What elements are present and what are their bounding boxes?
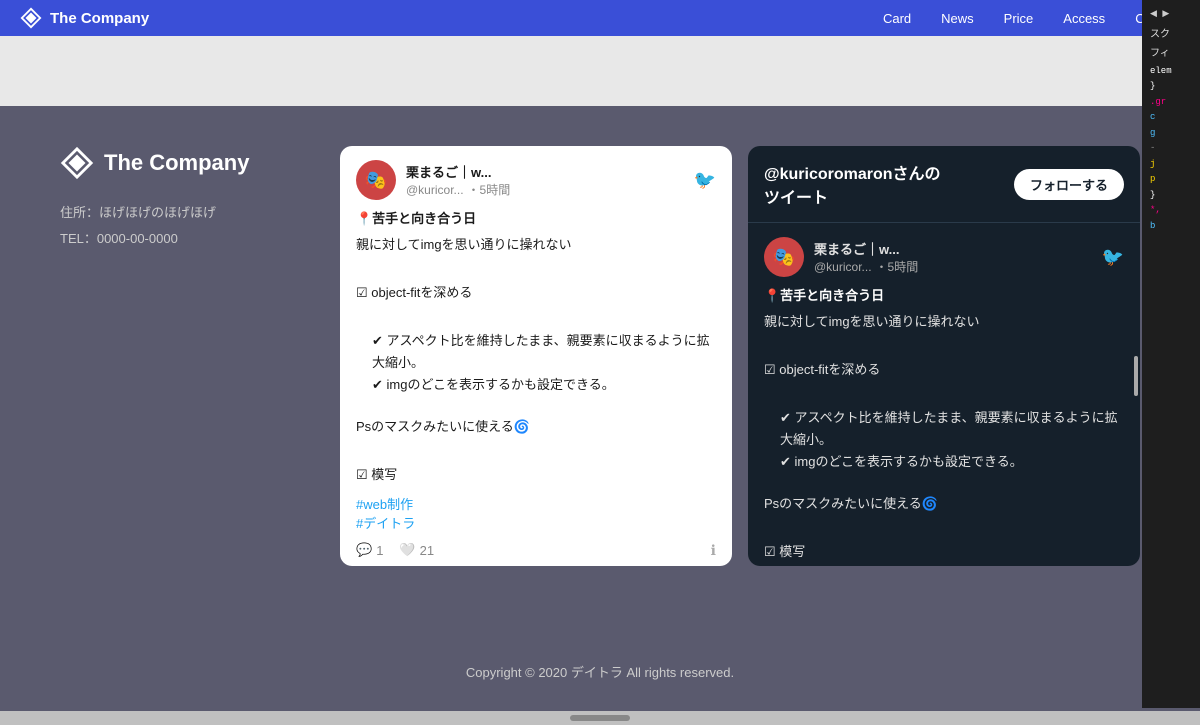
footer-address: 住所：ほげほげのほげほげ [60,200,320,226]
dark-tweet-header: @kuricoromaronさんのツイート フォローする [748,146,1140,222]
tweet-indent1-1: ✔ アスペクト比を維持したまま、親要素に収まるように拡大縮小。 [356,330,716,374]
like-count-1: 21 [420,543,434,558]
devtools-line-g: g [1146,126,1196,142]
footer-diamond-icon [60,146,94,180]
heart-icon-1: 🤍 [399,542,415,558]
header-nav: Card News Price Access Contact [883,11,1180,26]
tweet-hashtag1-1[interactable]: #web制作 [356,494,716,513]
footer: Copyright © 2020 デイトラ All rights reserve… [0,626,1200,711]
footer-logo-area: The Company 住所：ほげほげのほげほげ TEL：0000-00-000… [60,146,320,252]
devtools-content: ◀ ▶ スク フィ elem } .gr c g - j p } *, b [1142,0,1200,238]
footer-tel: TEL：0000-00-0000 [60,226,320,252]
tweet-avatar-1: 🎭 [356,160,396,200]
dark-column-wrapper: @kuricoromaronさんのツイート フォローする 🎭 栗まるご｜w...… [748,146,1140,566]
devtools-line-dash: - [1146,141,1196,157]
tweet-time-1: ・5時間 [468,181,511,198]
dark-tweet-checkbox1: ☑ object-fitを深める [764,360,1124,381]
twitter-bird-icon-1: 🐦 [694,170,716,191]
bottom-scrollbar[interactable] [0,711,1200,725]
devtools-panel: ◀ ▶ スク フィ elem } .gr c g - j p } *, b [1142,0,1200,708]
tweet-card-1: 🎭 栗まるご｜w... @kuricor... ・5時間 🐦 📍苦手と向き合う日 [340,146,732,566]
nav-access[interactable]: Access [1063,11,1105,26]
tweet-line1-1: 親に対してimgを思い通りに操れない [356,235,716,256]
dark-tweet-line1: 親に対してimgを思い通りに操れない [764,312,1124,333]
devtools-arrows[interactable]: ◀ ▶ [1146,4,1196,26]
follow-button[interactable]: フォローする [1014,169,1124,200]
header-logo: The Company [20,7,149,29]
tweet-user-info-1: 栗まるご｜w... @kuricor... ・5時間 [406,162,684,198]
nav-card[interactable]: Card [883,11,911,26]
tweet-checkbox1-1: ☑ object-fitを深める [356,283,716,304]
devtools-line-c: c [1146,110,1196,126]
footer-logo: The Company [60,146,320,180]
nav-price[interactable]: Price [1004,11,1034,26]
devtools-line-elem: elem [1146,64,1196,80]
copyright-text: Copyright © 2020 デイトラ All rights reserve… [60,646,1140,681]
dark-tweet-indent1: ✔ アスペクト比を維持したまま、親要素に収まるように拡大縮小。 [764,407,1124,451]
nav-news[interactable]: News [941,11,974,26]
tweet-checkbox2-1: ☑ 模写 [356,465,716,486]
dark-tweet-card-1: 🎭 栗まるご｜w... @kuricor... ・5時間 🐦 📍苦手と向き合う日 [748,222,1140,566]
dark-tweet-checkbox2: ☑ 模写 [764,542,1124,563]
tweet-column-white[interactable]: 🎭 栗まるご｜w... @kuricor... ・5時間 🐦 📍苦手と向き合う日 [340,146,732,566]
tweet-hashtag2-1[interactable]: #デイトラ [356,513,716,532]
footer-logo-text: The Company [104,150,249,176]
reply-count-1: 1 [376,543,383,558]
dark-tweet-title-1: 📍苦手と向き合う日 [764,285,1124,304]
dark-tweet-header-1: 🎭 栗まるご｜w... @kuricor... ・5時間 🐦 [764,237,1124,277]
scrollbar-indicator[interactable] [1134,356,1138,396]
tweet-like-1[interactable]: 🤍 21 [399,542,434,558]
diamond-icon [20,7,42,29]
dark-tweet-handle-1: @kuricor... [814,260,872,274]
tweet-body-1: 親に対してimgを思い通りに操れない ☑ object-fitを深める ✔ アス… [356,235,716,486]
header-logo-text: The Company [50,10,149,27]
tweet-handle-1: @kuricor... [406,183,464,197]
dark-tweet-user-info-1: 栗まるご｜w... @kuricor... ・5時間 [814,239,1092,275]
dark-tweet-handle-time-1: @kuricor... ・5時間 [814,258,1092,275]
tweet-line2-1: Psのマスクみたいに使える🌀 [356,417,716,438]
dark-header-title: @kuricoromaronさんのツイート [764,160,941,208]
devtools-line-brace: } [1146,79,1196,95]
devtools-label-sk: スク [1146,26,1196,45]
tweet-reply-1[interactable]: 💬 1 [356,542,383,558]
tweet-hashtags-1: #web制作 #デイトラ [356,494,716,532]
devtools-label-fi: フィ [1146,45,1196,64]
dark-tweet-time-1: ・5時間 [876,258,919,275]
dark-tweet-line2: Psのマスクみたいに使える🌀 [764,494,1124,515]
main-content: The Company 住所：ほげほげのほげほげ TEL：0000-00-000… [60,146,1140,566]
main-section: The Company 住所：ほげほげのほげほげ TEL：0000-00-000… [0,106,1200,626]
dark-tweet-body-1: 親に対してimgを思い通りに操れない ☑ object-fitを深める ✔ アス… [764,312,1124,563]
dark-tweet-username-1: 栗まるご｜w... [814,239,1092,258]
devtools-line-p: p [1146,172,1196,188]
reply-icon-1: 💬 [356,542,372,558]
page-spacer [0,36,1200,106]
tweet-indent2-1: ✔ imgのどこを表示するかも設定できる。 [356,374,716,396]
info-icon-1: ℹ [711,542,716,559]
dark-tweet-indent2: ✔ imgのどこを表示するかも設定できる。 [764,451,1124,473]
devtools-line-gr: .gr [1146,95,1196,111]
scrollbar-thumb[interactable] [570,715,630,721]
footer-info: 住所：ほげほげのほげほげ TEL：0000-00-0000 [60,200,320,252]
devtools-line-star: *, [1146,203,1196,219]
tweet-column-dark[interactable]: @kuricoromaronさんのツイート フォローする 🎭 栗まるご｜w...… [748,146,1140,566]
devtools-line-b: b [1146,219,1196,235]
tweet-title-1: 📍苦手と向き合う日 [356,208,716,227]
tweet-handle-time-1: @kuricor... ・5時間 [406,181,684,198]
tweet-header-1: 🎭 栗まるご｜w... @kuricor... ・5時間 🐦 [356,160,716,200]
dark-twitter-bird-icon: 🐦 [1102,247,1124,268]
tweet-username-1: 栗まるご｜w... [406,162,684,181]
devtools-line-brace2: } [1146,188,1196,204]
twitter-feed: 🎭 栗まるご｜w... @kuricor... ・5時間 🐦 📍苦手と向き合う日 [340,146,1140,566]
dark-tweet-avatar-1: 🎭 [764,237,804,277]
tweet-actions-1: 💬 1 🤍 21 ℹ [356,542,716,559]
header: The Company Card News Price Access Conta… [0,0,1200,36]
devtools-line-j: j [1146,157,1196,173]
